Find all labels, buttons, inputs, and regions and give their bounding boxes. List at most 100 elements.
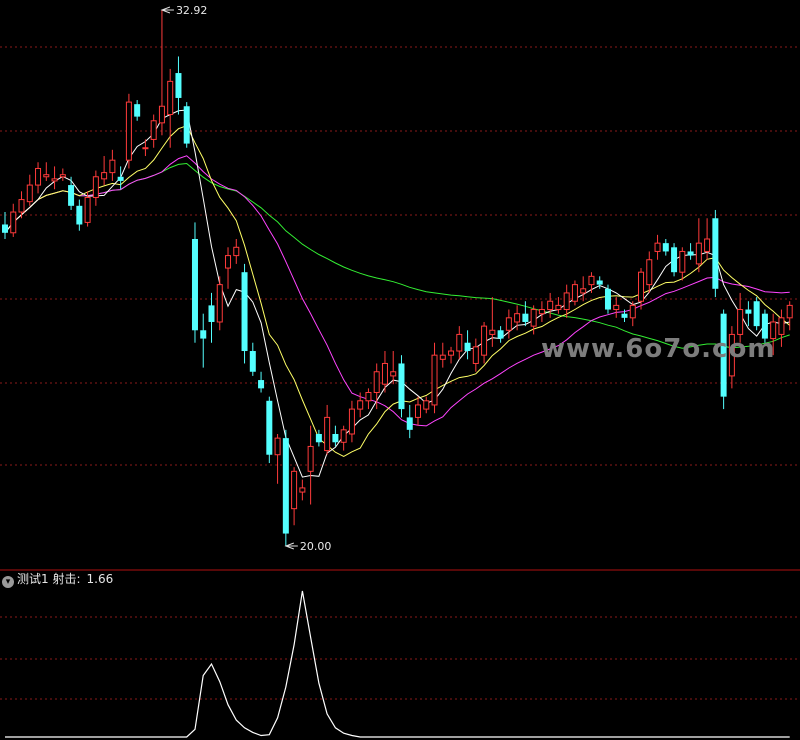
candle-body: [423, 400, 430, 410]
candle-body: [547, 300, 554, 311]
indicator-header: ▾ 测试1 射击: 1.66: [2, 571, 113, 588]
candle: [671, 243, 678, 277]
candle-body: [497, 330, 504, 339]
candle-body: [671, 247, 678, 273]
candle-body: [464, 342, 471, 352]
candle: [679, 247, 686, 281]
annotation-label: 32.92: [176, 4, 208, 17]
candle: [282, 429, 289, 546]
candle: [538, 301, 545, 322]
candle: [695, 218, 702, 273]
candle-body: [415, 404, 421, 418]
candle: [35, 162, 42, 194]
ma10-line: [4, 125, 791, 457]
collapse-chevron-icon[interactable]: ▾: [2, 576, 14, 588]
candle: [26, 174, 33, 206]
candle-body: [59, 174, 66, 178]
candle-body: [175, 73, 182, 98]
annotation-arrow-icon: [284, 542, 298, 550]
indicator-panel: [5, 590, 790, 738]
candle-body: [431, 354, 438, 406]
candle-body: [291, 470, 298, 510]
annotation-high: 32.92: [160, 4, 208, 17]
candle-body: [51, 178, 58, 182]
annotation-label: 20.00: [300, 540, 332, 553]
candle: [68, 176, 75, 210]
candle-body: [365, 392, 372, 402]
candle-body: [613, 304, 620, 311]
candle-body: [117, 176, 124, 181]
candle-body: [92, 176, 99, 199]
candle: [307, 425, 314, 505]
candle: [241, 263, 248, 364]
candle: [332, 425, 339, 447]
candle-body: [679, 250, 686, 273]
indicator-label: 射击:: [52, 572, 81, 586]
candle-body: [101, 172, 108, 180]
candle: [76, 199, 83, 231]
candle: [167, 68, 174, 148]
candle: [423, 396, 430, 414]
candle-body: [249, 351, 256, 372]
candle-body: [299, 487, 306, 493]
candle: [299, 479, 306, 501]
candle-body: [183, 106, 190, 144]
candle: [629, 301, 636, 327]
candle: [191, 222, 198, 343]
candle-body: [753, 301, 760, 327]
candle-body: [340, 429, 347, 443]
candle-body: [588, 275, 595, 286]
candle-body: [84, 197, 91, 223]
candle-body: [233, 246, 240, 257]
candle-body: [596, 280, 603, 285]
candle-body: [489, 329, 496, 335]
candle: [398, 355, 405, 418]
candle-body: [191, 239, 198, 331]
candle: [547, 292, 554, 318]
candle-body: [332, 433, 339, 443]
kline-chart: 32.92 20.00: [0, 4, 800, 738]
candle-body: [737, 309, 744, 335]
candle: [472, 338, 479, 372]
candle: [150, 114, 157, 148]
candle-body: [357, 400, 364, 410]
candle: [687, 243, 694, 260]
candle-body: [439, 354, 446, 360]
candle-body: [786, 304, 793, 319]
candle: [117, 166, 124, 190]
moving-averages: [4, 109, 791, 478]
candle-body: [134, 104, 141, 117]
ma20-line: [4, 155, 790, 427]
candle: [646, 251, 653, 293]
candle: [654, 234, 661, 260]
candle-body: [398, 363, 405, 410]
candle-body: [745, 309, 752, 314]
candle-body: [266, 400, 273, 455]
candle: [571, 280, 578, 306]
candle-body: [200, 330, 207, 339]
candle-body: [390, 371, 397, 377]
candle-body: [629, 304, 636, 319]
candle: [786, 301, 793, 331]
candle-body: [687, 251, 694, 256]
candle-body: [530, 309, 537, 327]
candle-body: [76, 205, 83, 225]
candle: [10, 203, 17, 237]
candle: [208, 292, 215, 343]
candle-body: [695, 242, 702, 265]
candle: [613, 297, 620, 318]
candle: [175, 56, 182, 115]
candle: [555, 297, 562, 314]
candle: [43, 162, 50, 181]
candle: [406, 404, 413, 439]
candle: [158, 10, 165, 136]
candle: [258, 371, 265, 393]
candle: [291, 467, 298, 526]
candle-body: [563, 292, 570, 311]
candle-body: [307, 445, 314, 472]
candle: [340, 425, 347, 451]
candle-body: [315, 433, 322, 443]
candle-body: [258, 380, 265, 389]
candle-body: [621, 313, 628, 318]
candle: [456, 326, 463, 360]
